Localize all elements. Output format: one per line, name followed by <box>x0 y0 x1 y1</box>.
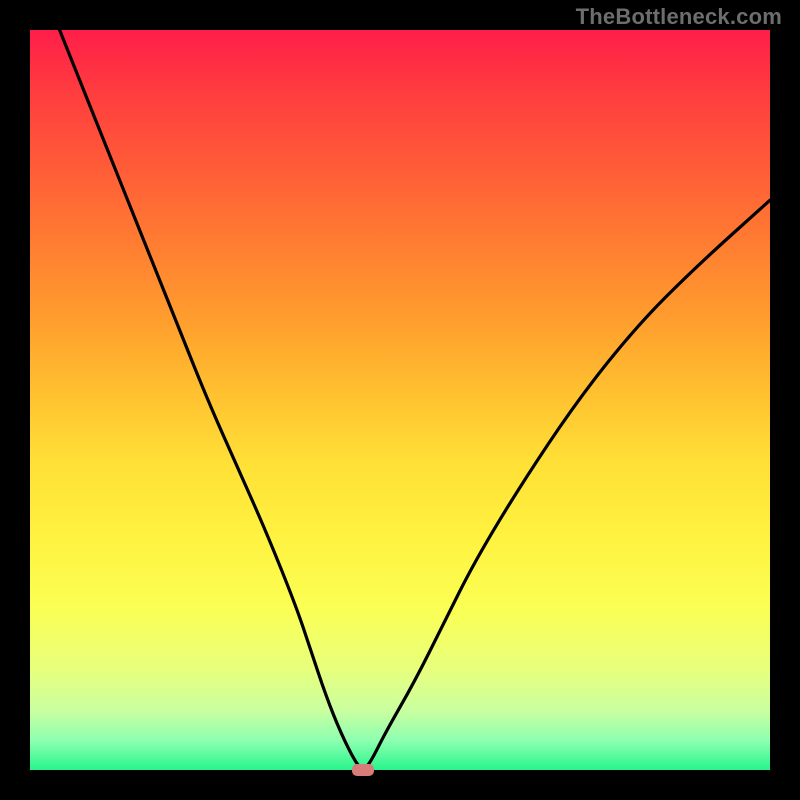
plot-area <box>30 30 770 770</box>
curve-layer <box>30 30 770 770</box>
chart-frame: TheBottleneck.com <box>0 0 800 800</box>
minimum-marker <box>352 764 374 776</box>
bottleneck-curve <box>60 30 770 768</box>
watermark-text: TheBottleneck.com <box>576 4 782 30</box>
